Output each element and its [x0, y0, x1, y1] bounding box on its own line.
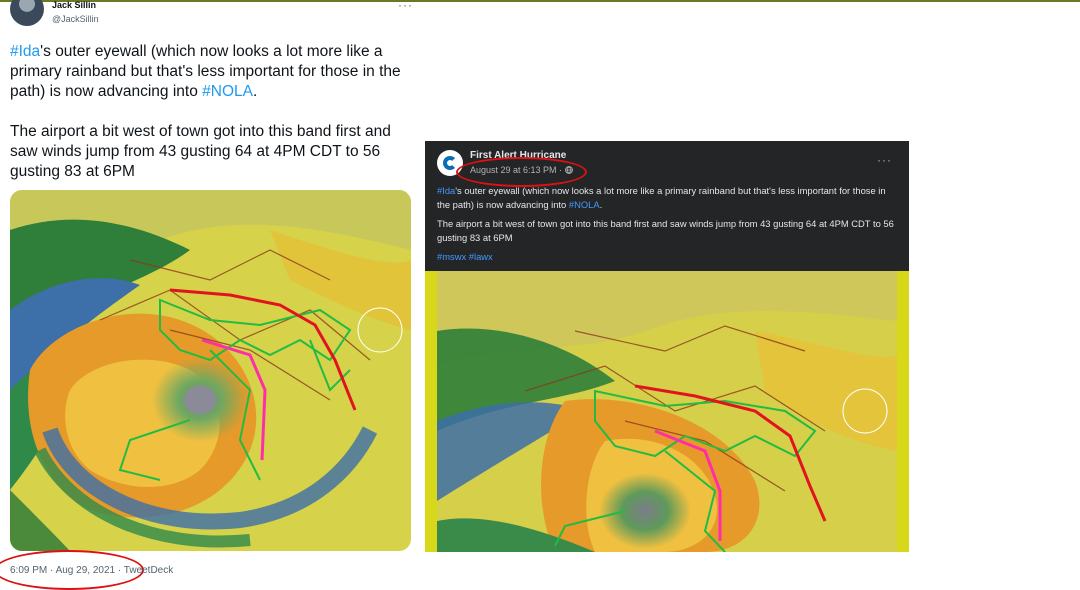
tweet-text: #Ida's outer eyewall (which now looks a … [10, 42, 410, 202]
facebook-post-screenshot: First Alert Hurricane August 29 at 6:13 … [425, 141, 909, 552]
hashtag-link[interactable]: #Ida [10, 43, 40, 60]
post-text-part: . [599, 199, 603, 210]
post-text-part: 's outer eyewall (which now looks a lot … [437, 185, 886, 210]
hashtag-link[interactable]: #NOLA [202, 83, 253, 100]
post-more-button[interactable]: ··· [877, 153, 892, 167]
post-radar-image[interactable] [425, 271, 909, 552]
top-border [0, 0, 1080, 2]
author-handle[interactable]: @JackSillin [52, 14, 99, 24]
post-hashtags[interactable]: #mswx #lawx [437, 250, 899, 264]
tweet-timestamp[interactable]: 6:09 PM · Aug 29, 2021 · TweetDeck [10, 565, 173, 576]
more-options-button[interactable]: ··· [398, 0, 413, 12]
avatar[interactable] [10, 0, 44, 26]
post-paragraph-1: #Ida's outer eyewall (which now looks a … [437, 184, 899, 212]
hashtag-link[interactable]: #NOLA [569, 199, 600, 210]
post-text: #Ida's outer eyewall (which now looks a … [437, 184, 899, 269]
tweet-paragraph-2: The airport a bit west of town got into … [10, 123, 391, 180]
tweet-text-part: . [253, 83, 258, 100]
hashtag-link[interactable]: #Ida [437, 185, 455, 196]
time-highlight-annotation [456, 157, 587, 187]
tweet-paragraph-1: #Ida's outer eyewall (which now looks a … [10, 42, 410, 102]
radar-image[interactable] [10, 190, 411, 551]
author-name[interactable]: Jack Sillin [52, 0, 96, 10]
post-paragraph-2: The airport a bit west of town got into … [437, 218, 894, 243]
